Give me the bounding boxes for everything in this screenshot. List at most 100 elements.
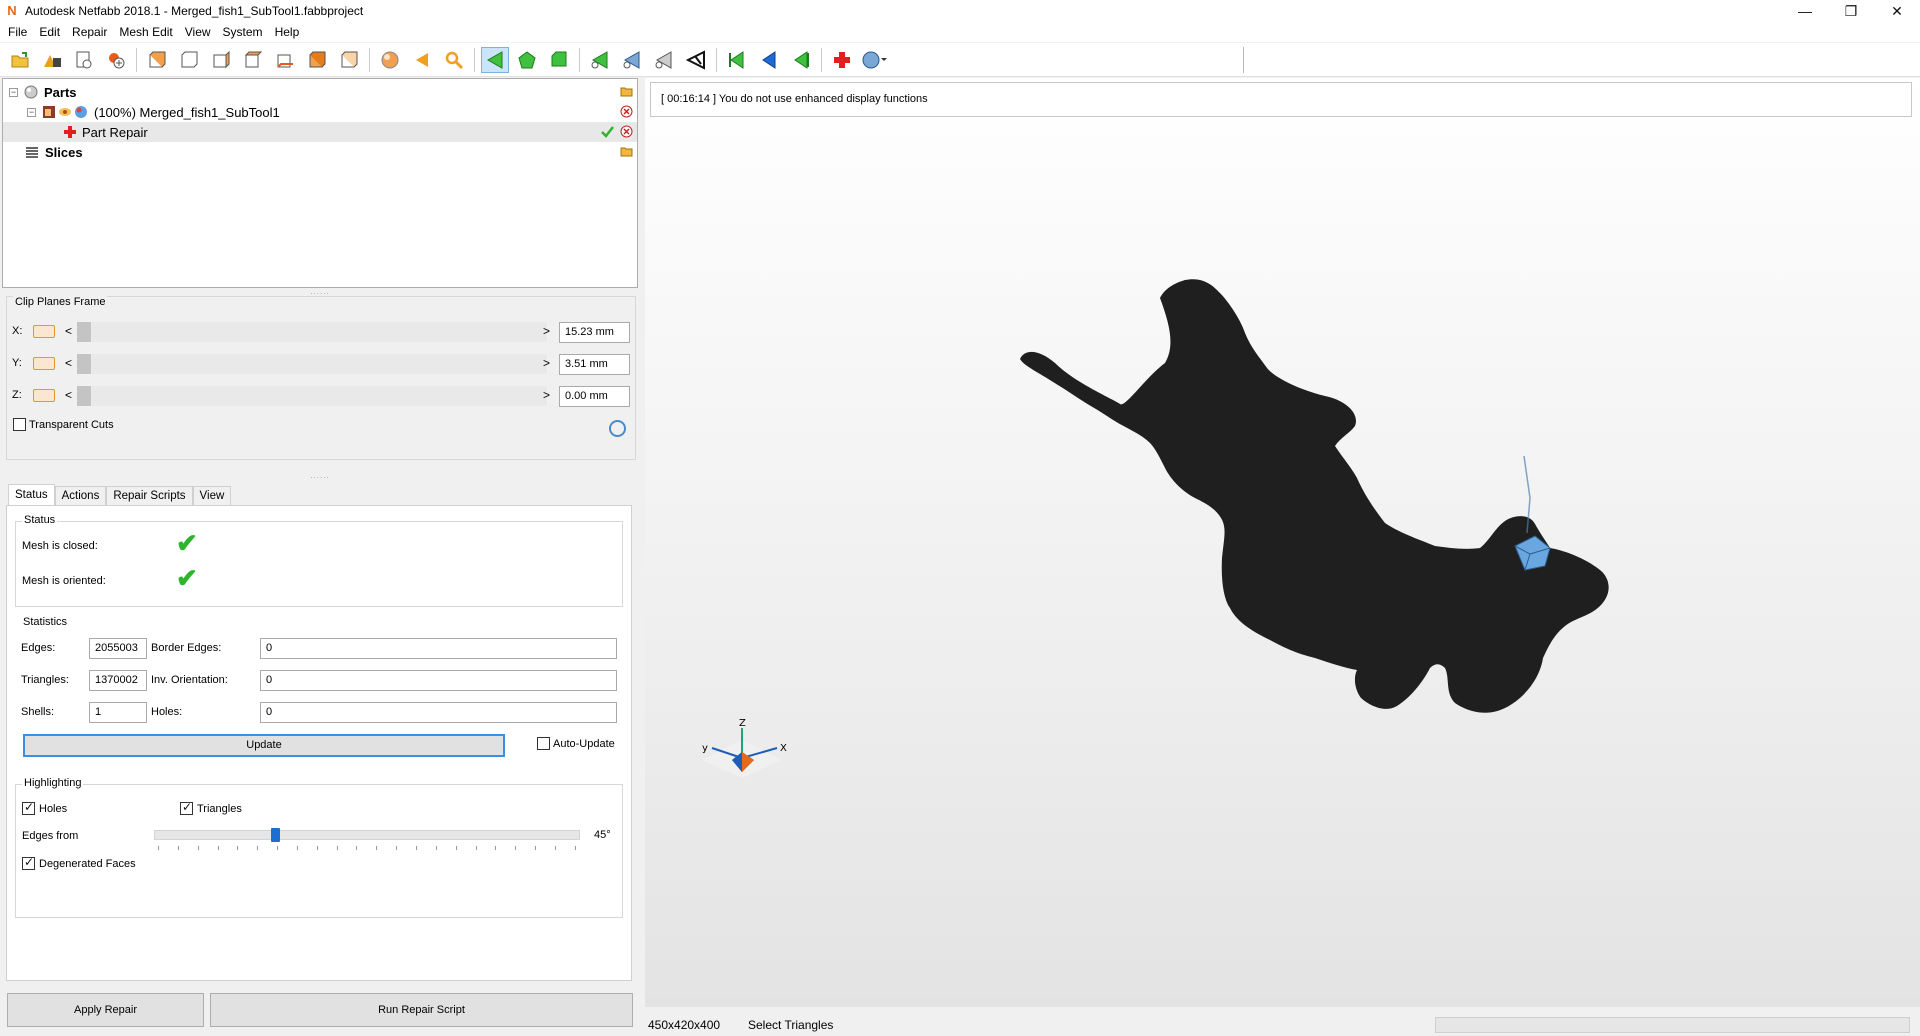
- open-project-icon[interactable]: [6, 47, 34, 73]
- remove-triangle-icon[interactable]: [618, 47, 646, 73]
- tree-row-part-repair[interactable]: Part Repair: [3, 122, 637, 142]
- degenerated-faces-checkbox[interactable]: Degenerated Faces: [22, 855, 136, 870]
- run-repair-script-button[interactable]: Run Repair Script: [210, 993, 633, 1027]
- clip-plane-toggle[interactable]: [33, 357, 55, 370]
- tree-row-slices[interactable]: Slices: [3, 142, 637, 162]
- tree-row-part[interactable]: − (100%) Merged_fish1_SubTool1: [3, 102, 637, 122]
- confirm-check-icon[interactable]: [601, 125, 614, 138]
- restore-button[interactable]: ❐: [1828, 0, 1874, 22]
- add-part-icon[interactable]: [38, 47, 66, 73]
- collapse-icon[interactable]: −: [9, 87, 18, 97]
- add-icon[interactable]: [102, 47, 130, 73]
- update-button[interactable]: Update: [23, 734, 505, 757]
- checkbox-box[interactable]: [22, 800, 35, 815]
- view-iso-icon[interactable]: [335, 47, 363, 73]
- checkbox-box[interactable]: [13, 418, 26, 431]
- clip-value-field[interactable]: 3.51 mm: [559, 354, 630, 375]
- tab-actions[interactable]: Actions: [54, 486, 107, 506]
- fish-mesh[interactable]: [1020, 279, 1609, 713]
- checkbox-box[interactable]: [22, 855, 35, 870]
- tab-view[interactable]: View: [192, 486, 232, 506]
- slider-left-arrow[interactable]: <: [65, 356, 72, 370]
- green-left-icon[interactable]: [723, 47, 751, 73]
- clip-value-field[interactable]: 0.00 mm: [559, 386, 630, 407]
- clip-plane-toggle[interactable]: [33, 325, 55, 338]
- view-bottom-icon[interactable]: [303, 47, 331, 73]
- remove-icon[interactable]: [620, 105, 633, 118]
- view-left-icon[interactable]: [207, 47, 235, 73]
- help-icon[interactable]: [860, 47, 888, 73]
- menu-edit[interactable]: Edit: [33, 22, 66, 42]
- folder-icon[interactable]: [620, 145, 633, 158]
- slider-right-arrow[interactable]: >: [543, 388, 550, 402]
- zoom-icon[interactable]: [440, 47, 468, 73]
- tree-row-parts[interactable]: − Parts: [3, 82, 637, 102]
- select-shell-icon[interactable]: [513, 47, 541, 73]
- cut-icon[interactable]: [650, 47, 678, 73]
- edges-field[interactable]: 2055003: [89, 638, 147, 659]
- splitter-handle[interactable]: ......: [306, 288, 334, 296]
- apply-repair-button[interactable]: Apply Repair: [7, 993, 204, 1027]
- split-icon[interactable]: [682, 47, 710, 73]
- visibility-icon[interactable]: [58, 105, 72, 119]
- clip-slider[interactable]: [77, 322, 547, 342]
- holes-checkbox[interactable]: Holes: [22, 800, 67, 815]
- remove-icon[interactable]: [620, 125, 633, 138]
- repair-cross-icon[interactable]: [828, 47, 856, 73]
- green-right-icon[interactable]: [787, 47, 815, 73]
- clip-slider[interactable]: [77, 354, 547, 374]
- menu-system[interactable]: System: [217, 22, 269, 42]
- slider-thumb[interactable]: [77, 322, 91, 342]
- triangles-checkbox[interactable]: Triangles: [180, 800, 242, 815]
- select-triangles-icon[interactable]: [481, 46, 509, 73]
- collapse-icon[interactable]: −: [27, 107, 36, 117]
- slider-thumb[interactable]: [271, 828, 280, 842]
- holes-field[interactable]: 0: [260, 702, 617, 723]
- menu-help[interactable]: Help: [269, 22, 306, 42]
- slider-thumb[interactable]: [77, 386, 91, 406]
- slider-left-arrow[interactable]: <: [65, 324, 72, 338]
- edges-from-slider[interactable]: [154, 828, 580, 842]
- slider-right-arrow[interactable]: >: [543, 324, 550, 338]
- reset-icon[interactable]: [609, 420, 626, 437]
- checkbox-box[interactable]: [180, 800, 193, 815]
- checkbox-box[interactable]: [537, 737, 550, 750]
- sphere-icon[interactable]: [376, 47, 404, 73]
- auto-update-checkbox[interactable]: Auto-Update: [537, 737, 615, 750]
- clip-slider[interactable]: [77, 386, 547, 406]
- color-icon[interactable]: [74, 105, 88, 119]
- clip-axis-label: Z:: [12, 389, 22, 401]
- back-arrow-icon[interactable]: [408, 47, 436, 73]
- clip-plane-toggle[interactable]: [33, 389, 55, 402]
- minimize-button[interactable]: —: [1782, 0, 1828, 22]
- transparent-cuts-checkbox[interactable]: Transparent Cuts: [13, 418, 114, 431]
- view-right-icon[interactable]: [239, 47, 267, 73]
- view-front-icon[interactable]: [143, 47, 171, 73]
- slider-left-arrow[interactable]: <: [65, 388, 72, 402]
- mesh-render[interactable]: Z y X: [645, 78, 1920, 1007]
- menu-view[interactable]: View: [179, 22, 217, 42]
- triangles-field[interactable]: 1370002: [89, 670, 147, 691]
- menu-mesh-edit[interactable]: Mesh Edit: [113, 22, 178, 42]
- view-back-icon[interactable]: [175, 47, 203, 73]
- add-triangle-icon[interactable]: [586, 47, 614, 73]
- 3d-viewport[interactable]: [ 00:16:14 ] You do not use enhanced dis…: [645, 78, 1920, 1007]
- close-button[interactable]: ✕: [1874, 0, 1920, 22]
- slider-thumb[interactable]: [77, 354, 91, 374]
- menu-repair[interactable]: Repair: [66, 22, 113, 42]
- border-edges-field[interactable]: 0: [260, 638, 617, 659]
- tab-status[interactable]: Status: [8, 484, 55, 506]
- blue-left-icon[interactable]: [755, 47, 783, 73]
- select-surface-icon[interactable]: [545, 47, 573, 73]
- view-top-icon[interactable]: [271, 47, 299, 73]
- slider-tick: [554, 846, 556, 850]
- tab-repair-scripts[interactable]: Repair Scripts: [106, 486, 193, 506]
- folder-icon[interactable]: [620, 85, 633, 98]
- clip-value-field[interactable]: 15.23 mm: [559, 322, 630, 343]
- splitter-handle[interactable]: ......: [306, 472, 334, 480]
- inv-orientation-field[interactable]: 0: [260, 670, 617, 691]
- new-icon[interactable]: [70, 47, 98, 73]
- menu-file[interactable]: File: [2, 22, 33, 42]
- slider-right-arrow[interactable]: >: [543, 356, 550, 370]
- shells-field[interactable]: 1: [89, 702, 147, 723]
